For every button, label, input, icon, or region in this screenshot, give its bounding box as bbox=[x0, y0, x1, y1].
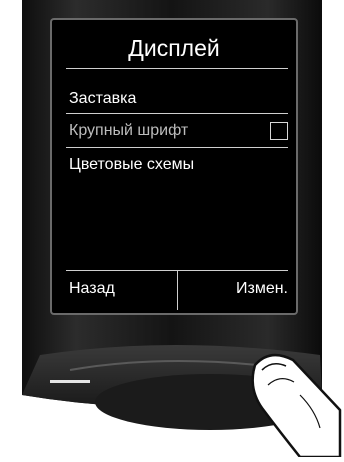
finger-pointer-icon bbox=[251, 353, 342, 457]
phone-illustration: Дисплей Заставка Крупный шрифт Цветовые … bbox=[0, 0, 344, 457]
